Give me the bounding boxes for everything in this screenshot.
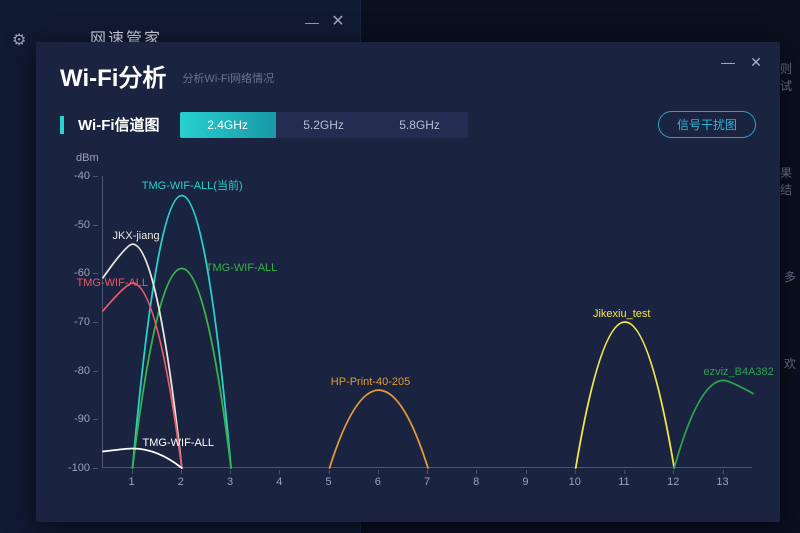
series-curve: [103, 244, 182, 468]
x-tick: 12: [667, 476, 679, 488]
underlying-minimize-icon[interactable]: —: [300, 10, 324, 34]
series-curve: [133, 195, 231, 468]
x-tick: 11: [618, 476, 629, 488]
x-tick: 6: [375, 476, 381, 488]
panel-subtitle: 分析Wi-Fi网络情况: [182, 70, 274, 86]
tab-2-4ghz[interactable]: 2.4GHz: [180, 112, 276, 138]
series-curve: [576, 322, 674, 468]
right-hint: 多: [784, 268, 796, 285]
x-tick: 9: [522, 476, 528, 488]
right-hint: 果结: [780, 164, 800, 198]
underlying-right-nav: 则试 果结 多 欢: [780, 0, 800, 533]
x-tick: 10: [569, 476, 581, 488]
y-tick: -100: [60, 462, 90, 474]
panel-window-controls: — ✕: [718, 52, 766, 72]
tab-5-8ghz[interactable]: 5.8GHz: [372, 112, 468, 138]
x-tick: 13: [716, 476, 728, 488]
section-title: Wi-Fi信道图: [78, 114, 160, 135]
right-hint: 欢: [784, 355, 796, 372]
y-tick: -70: [60, 316, 90, 328]
y-axis-ticks: -40-50-60-70-80-90-100: [60, 176, 98, 468]
chart-lines: [103, 176, 752, 467]
minimize-icon[interactable]: —: [718, 52, 738, 72]
series-curve: [103, 449, 182, 468]
y-tick: -50: [60, 219, 90, 231]
x-tick: 5: [325, 476, 331, 488]
x-tick: 7: [424, 476, 430, 488]
panel-title: Wi-Fi分析: [60, 58, 166, 93]
y-tick: -60: [60, 267, 90, 279]
band-tabs: 2.4GHz 5.2GHz 5.8GHz: [180, 112, 468, 138]
x-axis-ticks: 12345678910111213: [102, 472, 752, 492]
gear-icon[interactable]: ⚙: [12, 30, 26, 50]
underlying-close-icon[interactable]: ✕: [326, 10, 350, 34]
wifi-analysis-panel: Wi-Fi分析 分析Wi-Fi网络情况 — ✕ Wi-Fi信道图 2.4GHz …: [36, 42, 780, 522]
interference-graph-button[interactable]: 信号干扰图: [658, 111, 756, 138]
y-axis-unit: dBm: [76, 152, 99, 164]
x-tick: 8: [473, 476, 479, 488]
x-tick: 1: [128, 476, 134, 488]
tab-5-2ghz[interactable]: 5.2GHz: [276, 112, 372, 138]
plot-area: TMG-WIF-ALL(当前)TMG-WIF-ALLJKX-jiangTMG-W…: [102, 176, 752, 468]
x-tick: 4: [276, 476, 282, 488]
y-tick: -80: [60, 365, 90, 377]
section-accent-mark: [60, 116, 64, 134]
close-icon[interactable]: ✕: [746, 52, 766, 72]
panel-titlebar: Wi-Fi分析 分析Wi-Fi网络情况 — ✕: [36, 42, 780, 97]
x-tick: 3: [227, 476, 233, 488]
right-hint: 则试: [780, 60, 800, 94]
series-curve: [674, 380, 753, 468]
y-tick: -40: [60, 170, 90, 182]
channel-chart: dBm -40 -50 -60 -70 -80 -90 -100 TMG-WIF-ALL(当…: [60, 152, 756, 492]
section-bar: Wi-Fi信道图 2.4GHz 5.2GHz 5.8GHz 信号干扰图: [36, 97, 780, 146]
series-curve: [330, 390, 428, 468]
y-tick: -90: [60, 413, 90, 425]
x-tick: 2: [178, 476, 184, 488]
